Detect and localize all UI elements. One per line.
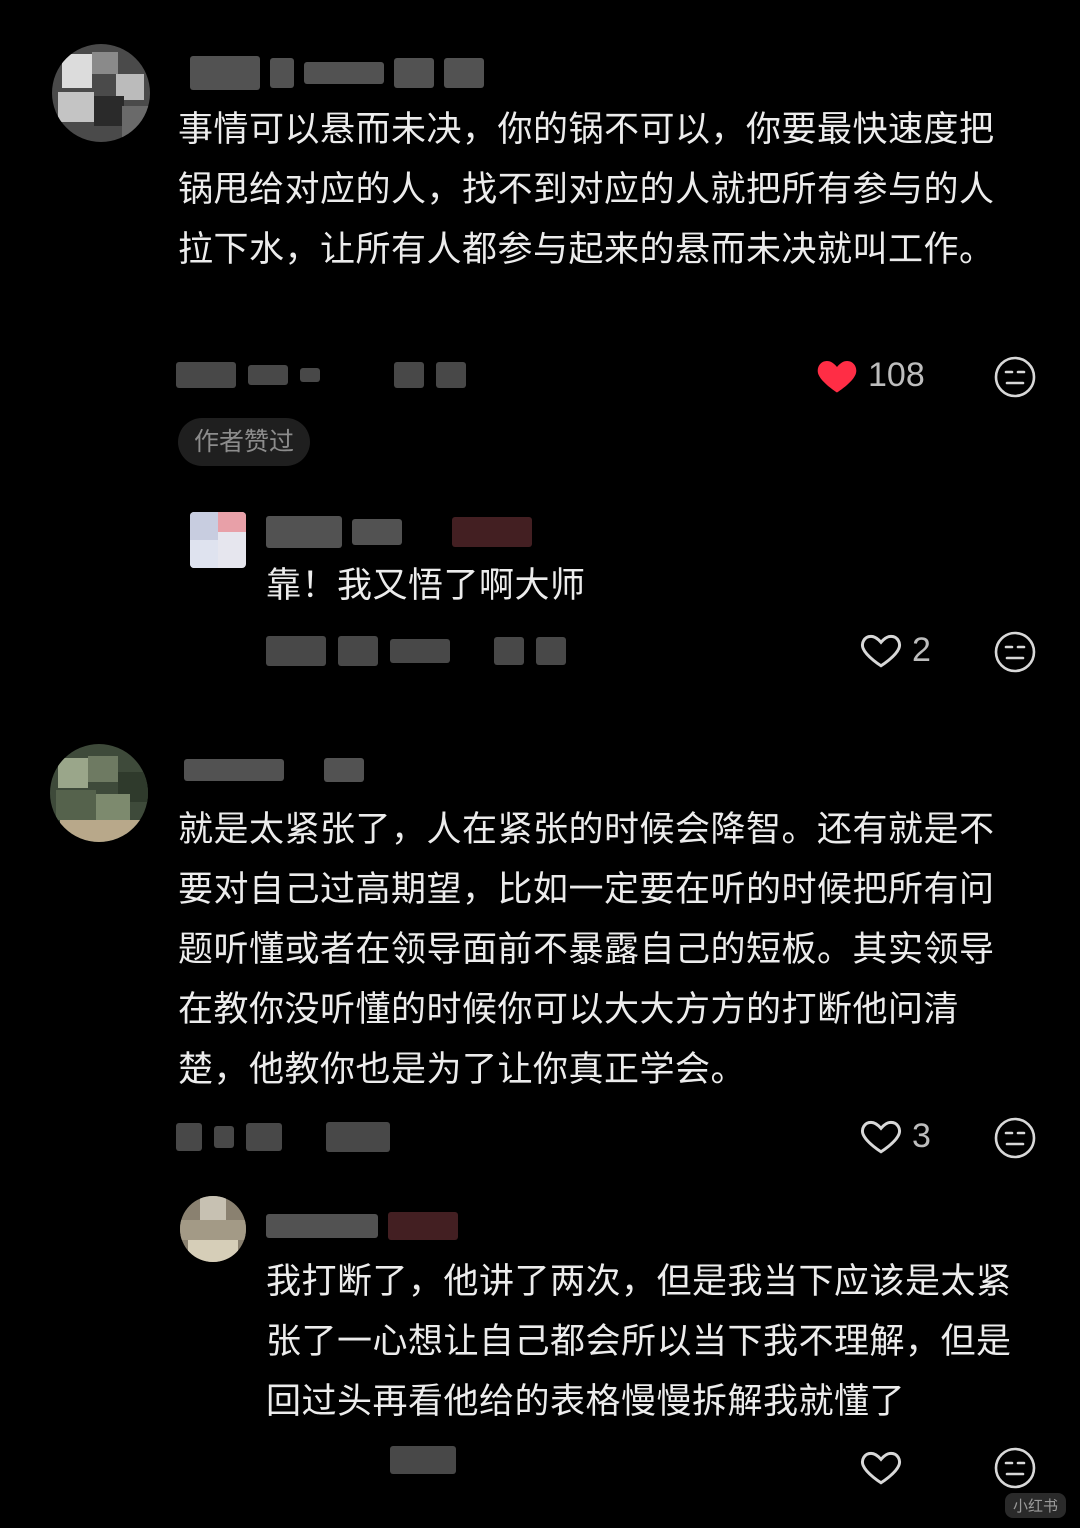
avatar[interactable] — [52, 44, 150, 142]
like-count: 108 — [868, 355, 925, 394]
heart-outline-icon — [861, 1451, 901, 1485]
comment-text: 就是太紧张了，人在紧张的时候会降智。还有就是不要对自己过高期望，比如一定要在听的… — [178, 810, 995, 1090]
like-button[interactable] — [860, 1447, 912, 1487]
like-button[interactable]: 108 — [816, 355, 925, 395]
neutral-face-icon[interactable] — [994, 1117, 1036, 1159]
avatar[interactable] — [50, 744, 148, 842]
like-count: 3 — [912, 1116, 931, 1155]
username-redacted[interactable] — [266, 1212, 458, 1240]
username-redacted[interactable] — [184, 758, 364, 782]
heart-outline-icon — [861, 634, 901, 668]
avatar[interactable] — [180, 1196, 246, 1262]
comment-meta-redacted — [176, 362, 466, 388]
like-count: 2 — [912, 630, 931, 669]
reply-text: 靠！我又悟了啊大师 — [266, 566, 586, 606]
neutral-face-icon[interactable] — [994, 631, 1036, 673]
reply-meta-redacted — [266, 636, 566, 666]
like-button[interactable]: 3 — [860, 1116, 931, 1156]
username-redacted[interactable] — [190, 56, 484, 90]
username-redacted[interactable] — [266, 516, 532, 548]
comment-text: 事情可以悬而未决，你的锅不可以，你要最快速度把锅甩给对应的人，找不到对应的人就把… — [178, 110, 995, 270]
author-liked-badge: 作者赞过 — [178, 418, 311, 466]
neutral-face-icon[interactable] — [994, 1447, 1036, 1489]
reply-meta-redacted — [390, 1446, 456, 1474]
heart-filled-icon — [817, 361, 857, 393]
heart-outline-icon — [861, 1120, 901, 1154]
reply-text: 我打断了，他讲了两次，但是我当下应该是太紧张了一心想让自己都会所以当下我不理解，… — [266, 1262, 1012, 1422]
comment-meta-redacted — [176, 1122, 390, 1152]
neutral-face-icon[interactable] — [994, 356, 1036, 398]
like-button[interactable]: 2 — [860, 630, 931, 670]
watermark: 小红书 — [1004, 1493, 1066, 1518]
avatar[interactable] — [190, 512, 246, 568]
